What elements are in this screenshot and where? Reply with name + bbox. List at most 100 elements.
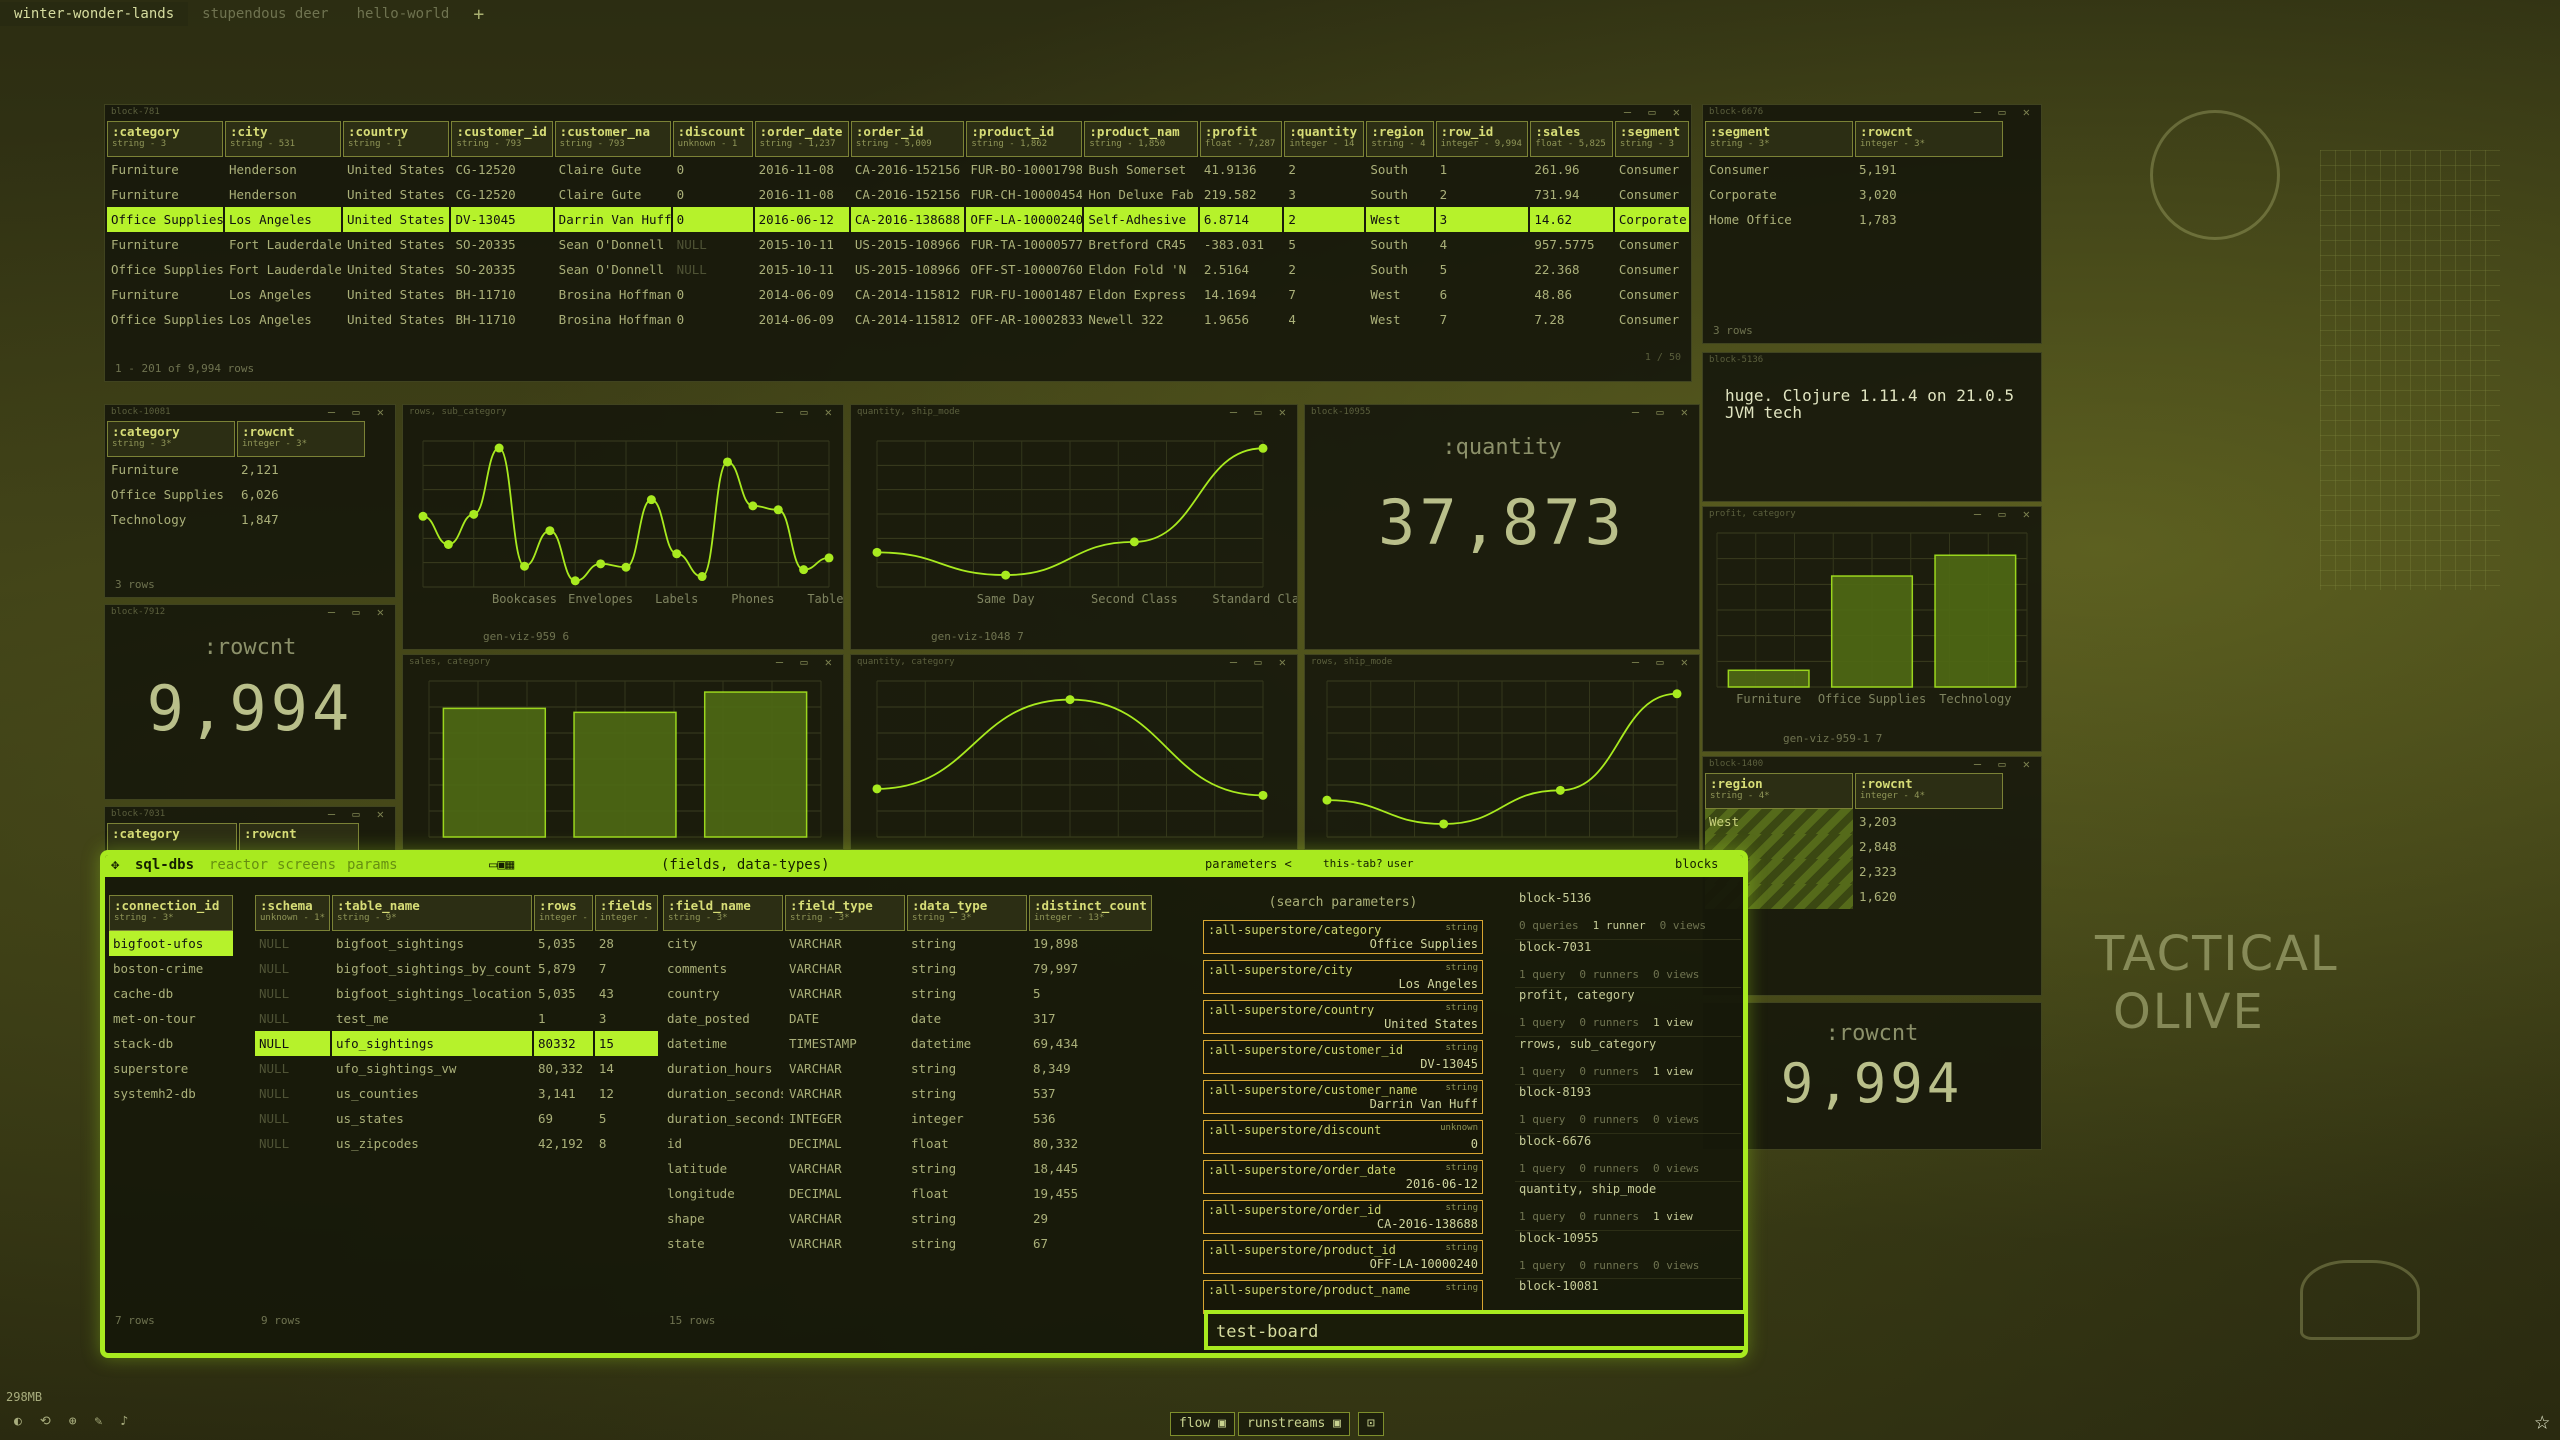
quantity-stat-block[interactable]: block-10955 – ▭ ✕ :quantity 37,873 [1304, 404, 1700, 650]
table-row[interactable]: NULL ufo_sightings_vw 80,332 14 [255, 1056, 658, 1081]
column-header[interactable]: :distinct_count integer - 13* [1029, 895, 1152, 931]
table-row[interactable]: duration_hours VARCHAR string 8,349 [663, 1056, 1152, 1081]
table-row[interactable]: NULL bigfoot_sightings_locations 5,035 43 [255, 981, 658, 1006]
region-table[interactable]: :region string - 4*:rowcnt integer - 4* Wes… [1703, 773, 2005, 909]
block-list-item[interactable]: block-6676 1 query 0 runners 0 views [1515, 1134, 1741, 1182]
column-header[interactable]: :order_date string - 1,237 [754, 121, 849, 157]
table-row[interactable]: duration_seconds_1 INTEGER integer 536 [663, 1106, 1152, 1131]
column-header[interactable]: :category string - 3 [107, 121, 223, 157]
block-list-item[interactable]: block-10955 1 query 0 runners 0 views [1515, 1231, 1741, 1279]
table-row[interactable]: cache-db [109, 981, 233, 1006]
parameter-item[interactable]: :all-superstore/city string Los Angeles [1203, 960, 1483, 994]
table-row[interactable]: city VARCHAR string 19,898 [663, 931, 1152, 956]
table-row[interactable]: Corporate 3,020 [1705, 182, 2003, 207]
column-header[interactable]: :customer_na string - 793 [554, 121, 671, 157]
column-header[interactable]: :row_id integer - 9,994 [1435, 121, 1529, 157]
table-row[interactable]: Consumer 5,191 [1705, 157, 2003, 182]
tab-winter-wonder-lands[interactable]: winter-wonder-lands [0, 2, 189, 26]
column-header[interactable]: :product_nam string - 1,850 [1084, 121, 1198, 157]
table-row[interactable]: NULL us_counties 3,141 12 [255, 1081, 658, 1106]
chart-block-ship-mode[interactable]: quantity, ship_mode – ▭ ✕ Same Day Second … [850, 404, 1298, 650]
blocks-list[interactable]: block-5136 0 queries 1 runner 0 views block-… [1515, 891, 1741, 1329]
parameter-item[interactable]: :all-superstore/customer_name string Darri… [1203, 1080, 1483, 1114]
table-row[interactable]: Furniture Los Angeles United States BH-1171… [107, 282, 1689, 307]
parameter-item[interactable]: :all-superstore/product_name string [1203, 1280, 1483, 1314]
tab-hello-world[interactable]: hello-world [343, 2, 464, 26]
lock-icon[interactable]: ⊡ [1358, 1412, 1384, 1436]
window-controls[interactable]: – ▭ ✕ [1230, 655, 1291, 669]
table-row[interactable]: superstore [109, 1056, 233, 1081]
block-list-item[interactable]: block-5136 0 queries 1 runner 0 views [1515, 891, 1741, 940]
table-row[interactable]: st2,323 [1705, 859, 2003, 884]
column-header[interactable]: :rowcnt integer - 3* [237, 421, 365, 457]
table-row[interactable]: comments VARCHAR string 79,997 [663, 956, 1152, 981]
window-controls[interactable]: – ▭ ✕ [776, 405, 837, 419]
table-row[interactable]: NULL test_me 1 3 [255, 1006, 658, 1031]
block-list-item[interactable]: quantity, ship_mode 1 query 0 runners 1 vie… [1515, 1182, 1741, 1231]
clojure-info-block[interactable]: block-5136 huge. Clojure 1.11.4 on 21.0.… [1702, 352, 2042, 502]
tab-screens[interactable]: screens [277, 857, 336, 873]
table-row[interactable]: Furniture Fort Lauderdale United States SO-… [107, 232, 1689, 257]
table-row[interactable]: met-on-tour [109, 1006, 233, 1031]
block-list-item[interactable]: block-8193 1 query 0 runners 0 views [1515, 1085, 1741, 1134]
column-header[interactable]: :product_id string - 1,862 [966, 121, 1083, 157]
table-row[interactable]: Office Supplies Los Angeles United States B… [107, 307, 1689, 332]
table-row[interactable]: country VARCHAR string 5 [663, 981, 1152, 1006]
parameter-item[interactable]: :all-superstore/country string United Stat… [1203, 1000, 1483, 1034]
column-header[interactable]: :segment string - 3* [1705, 121, 1853, 157]
column-header[interactable]: :field_type string - 3* [785, 895, 905, 931]
tables-list[interactable]: :schema unknown - 1*:table_name string - 9… [253, 895, 658, 1335]
category-block[interactable]: block-10081– ▭ ✕ :category string - 3*:ro… [104, 404, 396, 598]
table-row[interactable]: shape VARCHAR string 29 [663, 1206, 1152, 1231]
quantity-by-ship-mode-chart[interactable]: Same Day Second Class Standard Class [851, 421, 1297, 629]
region-block[interactable]: block-1400– ▭ ✕ :region string - 4*:rowcn… [1702, 756, 2042, 996]
block-list-item[interactable]: block-7031 1 query 0 runners 0 views [1515, 940, 1741, 988]
table-row[interactable]: boston-crime [109, 956, 233, 981]
window-controls[interactable]: – ▭ ✕ [1974, 105, 2035, 119]
column-header[interactable]: :rows integer - [534, 895, 593, 931]
table-row[interactable]: Furniture Henderson United States CG-12520 C… [107, 182, 1689, 207]
table-row[interactable]: NULL bigfoot_sightings 5,035 28 [255, 931, 658, 956]
drag-handle-icon[interactable]: ✥ [111, 857, 119, 873]
sales-by-category-chart[interactable] [403, 671, 843, 850]
main-data-table[interactable]: :category string - 3:city string - 531:cou… [105, 121, 1691, 332]
column-header[interactable]: :customer_id string - 793 [451, 121, 553, 157]
column-header[interactable]: :rowcnt integer - 4* [1855, 773, 2003, 809]
table-row[interactable]: Furniture Henderson United States CG-12520 C… [107, 157, 1689, 182]
table-row[interactable]: Office Supplies 6,026 [107, 482, 365, 507]
quantity-by-category-chart[interactable] [851, 671, 1297, 850]
window-controls[interactable]: – ▭ ✕ [328, 405, 389, 419]
table-row[interactable]: NULL us_zipcodes 42,192 8 [255, 1131, 658, 1156]
user-toggle[interactable]: user [1387, 857, 1414, 870]
profit-by-category-chart[interactable]: Furniture Office Supplies Technology [1703, 523, 2041, 731]
this-tab-toggle[interactable]: this-tab? [1323, 857, 1383, 870]
block-list-item[interactable]: rrows, sub_category 1 query 0 runners 1 vie… [1515, 1037, 1741, 1085]
column-header[interactable]: :order_id string - 5,009 [850, 121, 965, 157]
column-header[interactable]: :table_name string - 9* [332, 895, 533, 931]
column-header[interactable]: :rowcnt integer - 3* [1855, 121, 2003, 157]
table-row[interactable]: datetime TIMESTAMP datetime 69,434 [663, 1031, 1152, 1056]
window-controls[interactable]: – ▭ ✕ [328, 605, 389, 619]
column-header[interactable]: :schema unknown - 1* [255, 895, 331, 931]
category-table[interactable]: :category string - 3*:rowcnt integer - 3* F… [105, 421, 367, 532]
rowcnt-stat-block[interactable]: block-7912 – ▭ ✕ :rowcnt 9,994 [104, 604, 396, 800]
main-data-block[interactable]: block-781– ▭ ✕ :category string - 3:city s… [104, 104, 1692, 382]
test-board-input[interactable]: test-board [1204, 1310, 1748, 1350]
table-row[interactable]: Office Supplies Los Angeles United States D… [107, 207, 1689, 232]
column-header[interactable]: :city string - 531 [225, 121, 341, 157]
table-row[interactable]: latitude VARCHAR string 18,445 [663, 1156, 1152, 1181]
parameter-item[interactable]: :all-superstore/order_date string 2016-06-… [1203, 1160, 1483, 1194]
column-header[interactable]: :connection_id string - 3* [109, 895, 233, 931]
pager[interactable]: 1 / 50 [1645, 352, 1681, 363]
table-row[interactable]: bigfoot-ufos [109, 931, 233, 956]
status-icons[interactable]: ◐⟲⊕✎♪ [14, 1414, 146, 1429]
column-header[interactable]: :segment string - 3 [1614, 121, 1689, 157]
window-controls[interactable]: – ▭ ✕ [328, 807, 389, 821]
table-row[interactable]: id DECIMAL float 80,332 [663, 1131, 1152, 1156]
column-header[interactable]: :field_name string - 3* [663, 895, 783, 931]
column-header[interactable]: :data_type string - 3* [907, 895, 1027, 931]
parameter-item[interactable]: :all-superstore/category string Office Sup… [1203, 920, 1483, 954]
table-row[interactable]: NULL bigfoot_sightings_by_country 5,879 7 [255, 956, 658, 981]
table-row[interactable]: NULL us_states 69 5 [255, 1106, 658, 1131]
rowcnt-stat-block-2[interactable]: :rowcnt 9,994 [1702, 1002, 2042, 1150]
